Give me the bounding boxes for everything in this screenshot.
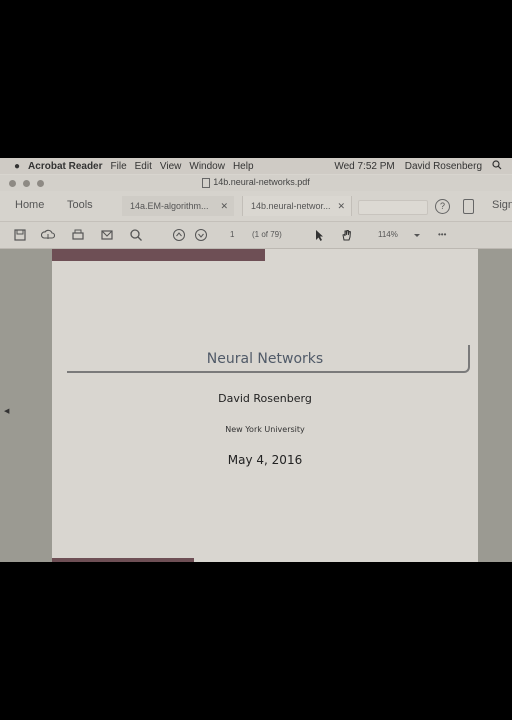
menu-clock[interactable]: Wed 7:52 PM <box>334 161 394 172</box>
sign-in-link[interactable]: Sign <box>492 199 512 211</box>
menu-bar: ● Acrobat Reader File Edit View Window H… <box>0 158 512 174</box>
pdf-file-icon <box>202 177 211 188</box>
window-title-text: 14b.neural-networks.pdf <box>213 177 310 187</box>
next-page-icon[interactable] <box>194 228 208 242</box>
tools-link[interactable]: Tools <box>67 199 93 211</box>
save-icon[interactable] <box>13 228 27 242</box>
email-icon[interactable] <box>100 228 114 242</box>
tab-label: 14a.EM-algorithm... <box>130 201 209 211</box>
page-count: (1 of 79) <box>252 230 282 239</box>
page-number-input[interactable]: 1 <box>230 230 234 239</box>
slide-author: David Rosenberg <box>218 392 312 405</box>
menu-edit[interactable]: Edit <box>135 161 152 172</box>
toolbar: 1 (1 of 79) 114% ••• <box>0 222 512 249</box>
screen: ● Acrobat Reader File Edit View Window H… <box>0 158 512 562</box>
apple-icon[interactable]: ● <box>14 161 20 172</box>
zoom-level[interactable]: 114% <box>378 230 398 239</box>
menu-window[interactable]: Window <box>189 161 225 172</box>
menu-help[interactable]: Help <box>233 161 254 172</box>
upload-cloud-icon[interactable] <box>41 228 55 242</box>
zoom-dropdown-chevron-icon[interactable] <box>410 228 424 242</box>
document-tab-em-algorithm[interactable]: 14a.EM-algorithm... ✕ <box>122 196 234 216</box>
slide-institution: New York University <box>225 425 305 434</box>
pdf-page: Neural Networks David Rosenberg New York… <box>52 249 478 562</box>
help-icon[interactable]: ? <box>435 199 450 214</box>
slide-footer-bar <box>52 558 194 562</box>
menu-file[interactable]: File <box>111 161 127 172</box>
select-cursor-icon[interactable] <box>312 228 326 242</box>
close-tab-icon[interactable]: ✕ <box>220 196 228 216</box>
slide-progress-bar <box>52 249 265 261</box>
slide-title: Neural Networks <box>206 351 324 367</box>
tab-bar: Home Tools 14a.EM-algorithm... ✕ 14b.neu… <box>0 191 512 222</box>
search-icon[interactable] <box>129 228 143 242</box>
mobile-link-icon[interactable] <box>463 199 474 214</box>
search-field[interactable] <box>358 200 428 215</box>
hand-tool-icon[interactable] <box>340 228 354 242</box>
close-tab-icon[interactable]: ✕ <box>337 196 345 216</box>
tab-label: 14b.neural-networ... <box>251 201 331 211</box>
menu-view[interactable]: View <box>160 161 182 172</box>
expand-left-panel-icon[interactable]: ◀ <box>4 407 9 415</box>
menu-app-name[interactable]: Acrobat Reader <box>28 161 102 172</box>
spotlight-search-icon[interactable] <box>492 159 502 173</box>
menu-user[interactable]: David Rosenberg <box>405 161 482 172</box>
home-link[interactable]: Home <box>15 199 44 211</box>
print-icon[interactable] <box>71 228 85 242</box>
previous-page-icon[interactable] <box>172 228 186 242</box>
document-tab-neural-networks[interactable]: 14b.neural-networ... ✕ <box>242 196 352 216</box>
window-title: 14b.neural-networks.pdf <box>0 177 512 188</box>
more-tools-icon[interactable]: ••• <box>438 230 446 239</box>
window-title-bar: 14b.neural-networks.pdf <box>0 175 512 191</box>
document-viewer[interactable]: ◀ Neural Networks David Rosenberg New Yo… <box>0 249 512 562</box>
slide-date: May 4, 2016 <box>227 453 303 467</box>
